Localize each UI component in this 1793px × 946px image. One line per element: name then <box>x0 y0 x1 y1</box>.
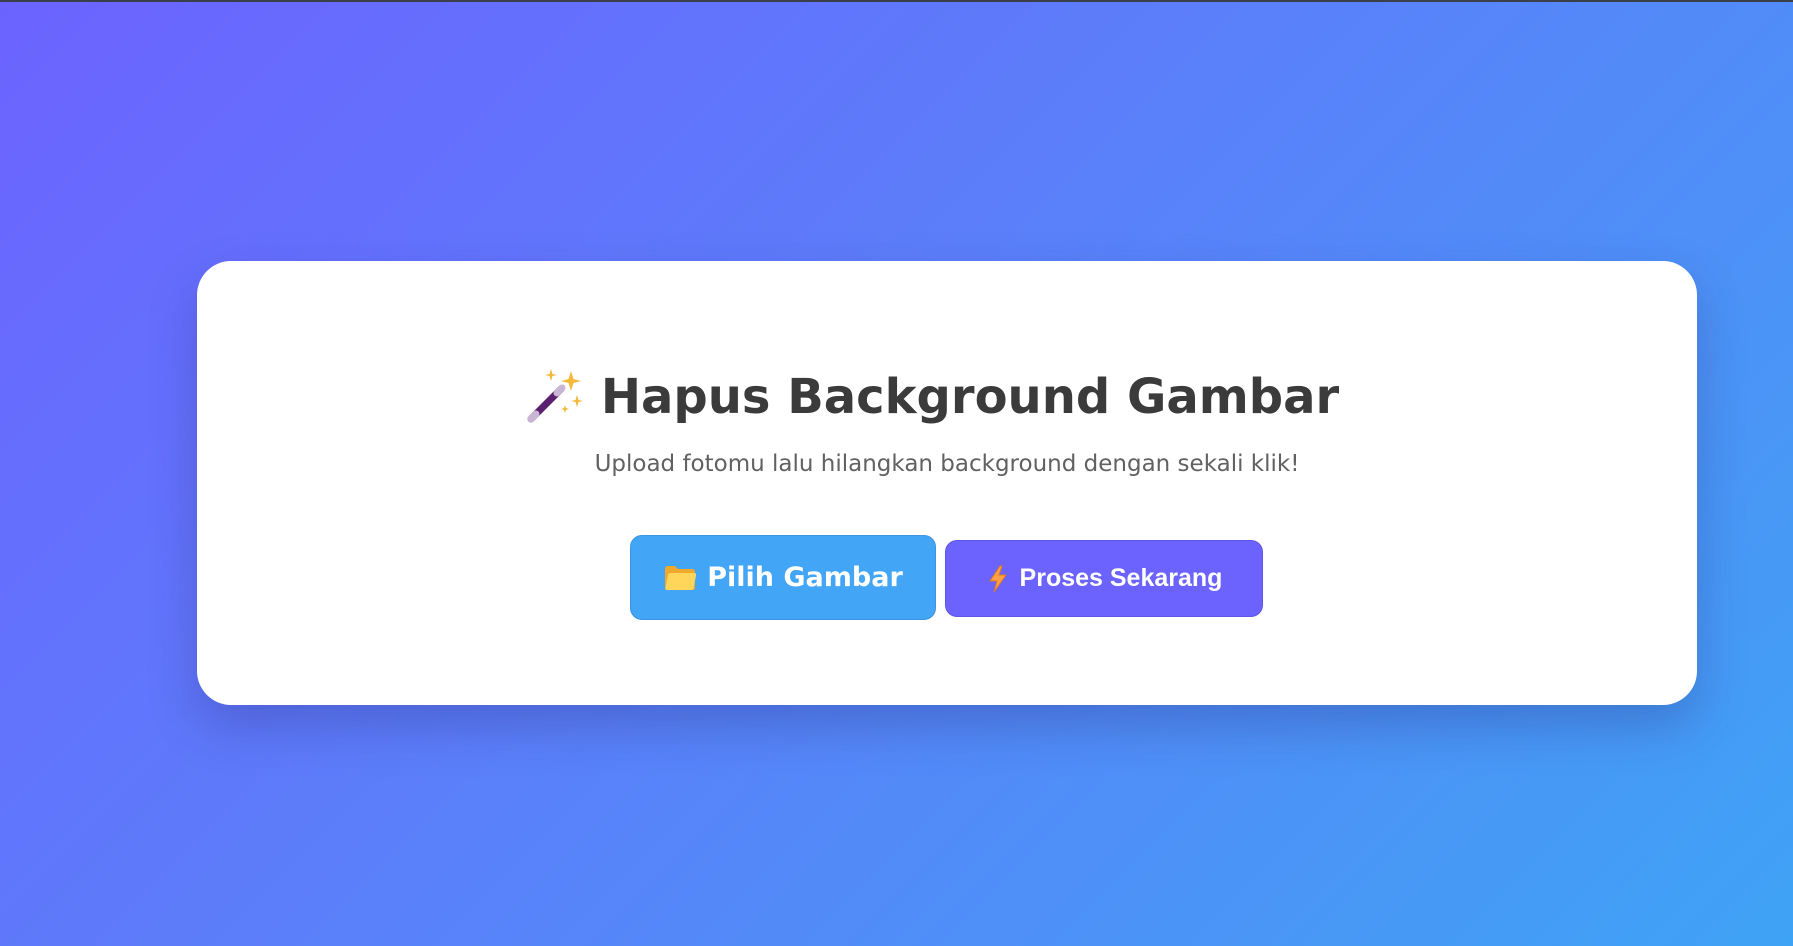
folder-icon <box>663 563 697 593</box>
magic-wand-icon <box>527 365 601 429</box>
title-row: Hapus Background Gambar <box>197 361 1697 433</box>
choose-image-label: Pilih Gambar <box>707 562 903 593</box>
lightning-icon <box>986 565 1010 593</box>
window-top-border <box>0 0 1793 2</box>
main-card: Hapus Background Gambar Upload fotomu la… <box>197 261 1697 705</box>
page-subtitle: Upload fotomu lalu hilangkan background … <box>594 451 1300 477</box>
process-now-button[interactable]: Proses Sekarang <box>945 540 1263 617</box>
process-now-label: Proses Sekarang <box>1019 564 1223 592</box>
page-title: Hapus Background Gambar <box>600 369 1340 425</box>
choose-image-button[interactable]: Pilih Gambar <box>630 535 936 620</box>
